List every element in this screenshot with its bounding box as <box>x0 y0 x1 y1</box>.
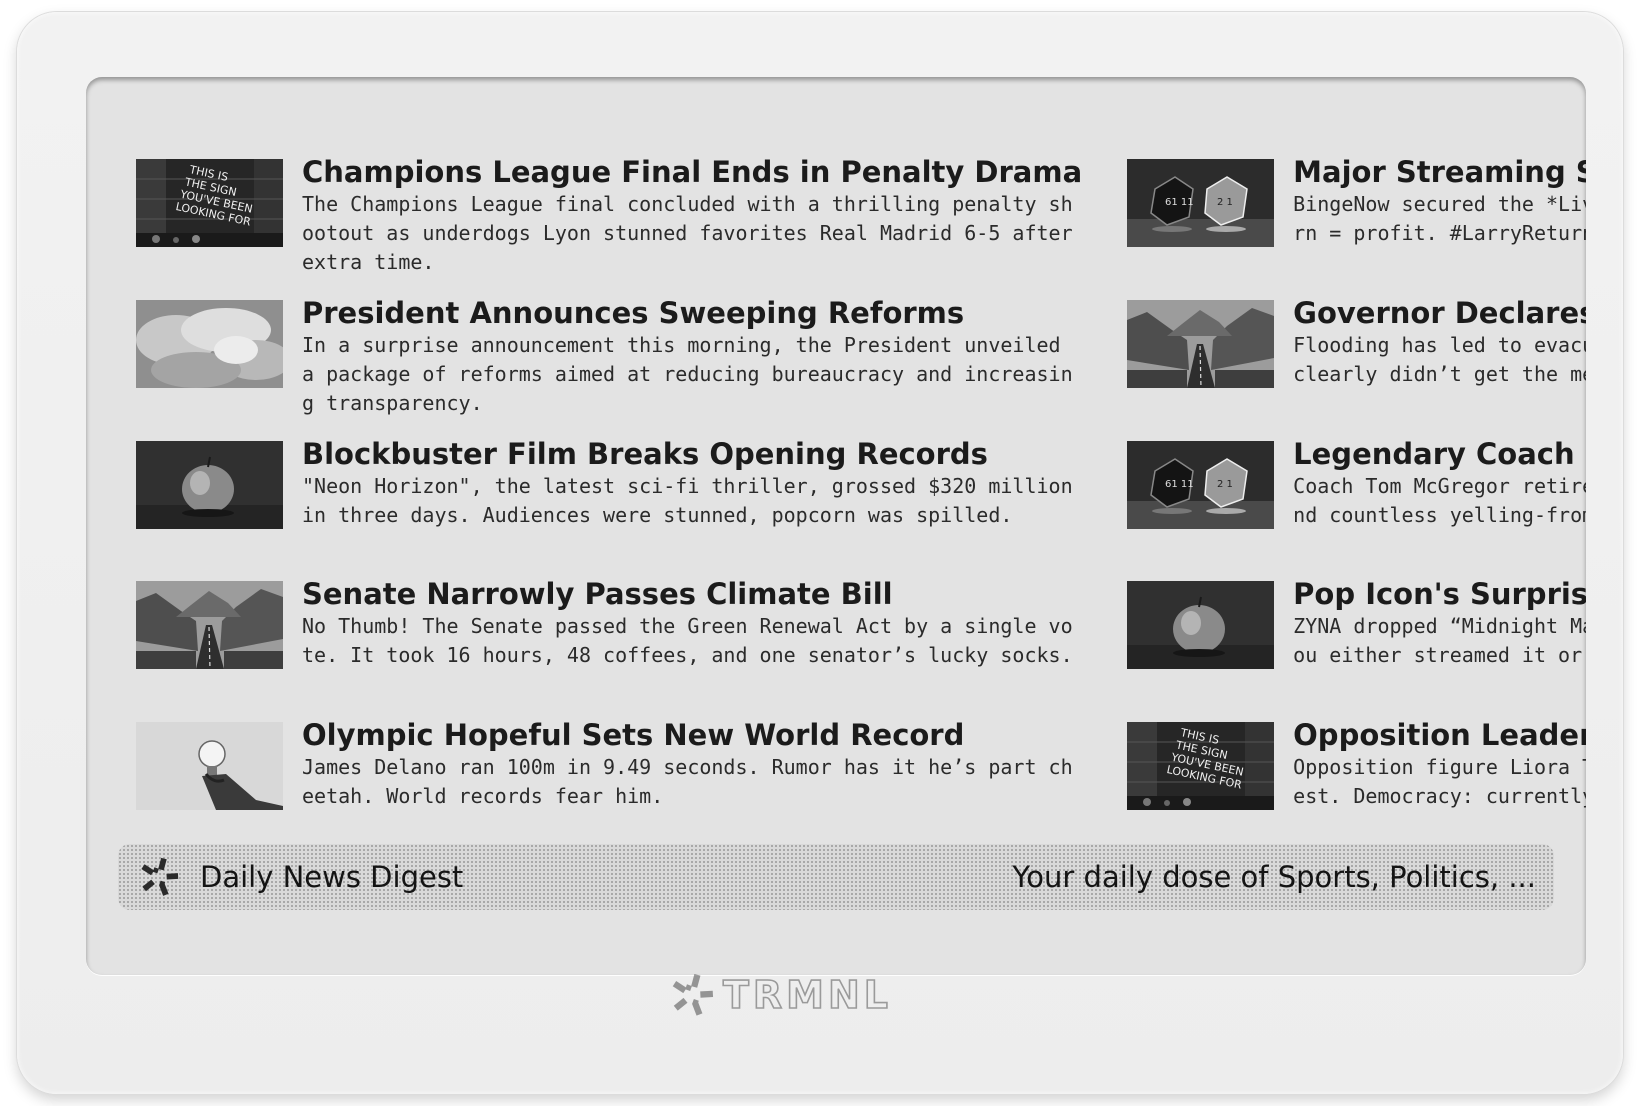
news-item[interactable]: Champions League Final Ends in Penalty D… <box>136 155 1082 279</box>
news-text: Pop Icon's Surprise Album ReleaseZYNA dr… <box>1293 577 1586 701</box>
news-text: Olympic Hopeful Sets New World Record Jam… <box>302 718 1082 842</box>
news-description: No Thumb! The Senate passed the Green Re… <box>302 614 1073 668</box>
news-text: Governor Declares Emergency Amid FloodsF… <box>1293 296 1586 420</box>
news-text: Legendary Coach Retires After 40 YearsCo… <box>1293 437 1586 561</box>
news-text: Major Streaming Service Acquires Classic… <box>1293 155 1586 279</box>
news-text: Champions League Final Ends in Penalty D… <box>302 155 1082 279</box>
news-item[interactable]: President Announces Sweeping Reforms In a… <box>136 296 1082 420</box>
news-description: The Champions League final concluded wit… <box>302 192 1073 274</box>
news-title: Major Streaming Service Acquires Classic… <box>1293 155 1586 189</box>
news-title: Senate Narrowly Passes Climate Bill <box>302 577 893 612</box>
news-item[interactable]: Senate Narrowly Passes Climate Bill No Th… <box>136 577 1082 701</box>
news-item[interactable]: Pop Icon's Surprise Album ReleaseZYNA dr… <box>1127 577 1586 701</box>
device-frame: Champions League Final Ends in Penalty D… <box>17 12 1623 1094</box>
news-title: Governor Declares Emergency Amid Floods <box>1293 295 1586 330</box>
news-description: BingeNow secured the *Living with Larry*… <box>1293 192 1586 245</box>
news-text: Senate Narrowly Passes Climate Bill No Th… <box>302 577 1082 701</box>
news-item[interactable]: Legendary Coach Retires After 40 YearsCo… <box>1127 437 1586 561</box>
news-thumbnail-dice <box>1127 441 1274 529</box>
news-thumbnail-mountain-road <box>136 581 283 669</box>
news-description: Opposition figure Liora Tannenbaum was d… <box>1293 755 1586 809</box>
brand-logo: TRMNL <box>669 969 909 1021</box>
news-item[interactable]: Blockbuster Film Breaks Opening Records "… <box>136 437 1082 561</box>
news-thumbnail-neon-sign <box>1127 722 1274 810</box>
eink-screen: Champions League Final Ends in Penalty D… <box>86 77 1586 975</box>
news-title: Blockbuster Film Breaks Opening Records <box>302 436 988 471</box>
news-thumbnail-neon-sign <box>136 159 283 247</box>
news-thumbnail-clouds <box>136 300 283 388</box>
news-grid: Champions League Final Ends in Penalty D… <box>136 155 1586 843</box>
news-title: Champions League Final Ends in Penalty D… <box>302 155 1083 189</box>
news-description: In a surprise announcement this morning,… <box>302 332 1073 415</box>
news-thumbnail-mountain-road <box>1127 300 1274 388</box>
news-text: Blockbuster Film Breaks Opening Records "… <box>302 437 1082 561</box>
trmnl-logo-icon <box>138 856 180 898</box>
trmnl-logo-icon <box>669 972 715 1018</box>
news-text: Opposition Leader Detained During Protes… <box>1293 718 1586 842</box>
plugin-title-bar: Daily News Digest Your daily dose of Spo… <box>118 844 1554 910</box>
news-thumbnail-apple <box>1127 581 1274 669</box>
news-thumbnail-dice <box>1127 159 1274 247</box>
news-description: "Neon Horizon", the latest sci-fi thrill… <box>302 473 1073 527</box>
news-thumbnail-apple <box>136 441 283 529</box>
news-title: Pop Icon's Surprise Album Release <box>1293 577 1586 612</box>
news-description: Coach Tom McGregor retires after 40 year… <box>1293 473 1586 527</box>
news-text: President Announces Sweeping Reforms In a… <box>302 296 1082 420</box>
news-description: Flooding has led to evacuations and disa… <box>1293 332 1586 386</box>
news-description: James Delano ran 100m in 9.49 seconds. R… <box>302 755 1073 809</box>
news-item[interactable]: Olympic Hopeful Sets New World Record Jam… <box>136 718 1082 842</box>
news-thumbnail-lightbulb <box>136 722 283 810</box>
news-title: Legendary Coach Retires After 40 Years <box>1293 436 1586 471</box>
news-title: Olympic Hopeful Sets New World Record <box>302 718 965 753</box>
news-item[interactable]: Governor Declares Emergency Amid FloodsF… <box>1127 296 1586 420</box>
news-item[interactable]: Opposition Leader Detained During Protes… <box>1127 718 1586 842</box>
news-title: Opposition Leader Detained During Protes… <box>1293 718 1586 753</box>
news-title: President Announces Sweeping Reforms <box>302 295 965 330</box>
news-description: ZYNA dropped “Midnight Maze” at midnight… <box>1293 614 1586 668</box>
plugin-title: Daily News Digest <box>200 860 464 894</box>
brand-name: TRMNL <box>722 972 893 1018</box>
plugin-description: Your daily dose of Sports, Politics, ... <box>1012 860 1536 894</box>
news-item[interactable]: Major Streaming Service Acquires Classic… <box>1127 155 1586 279</box>
